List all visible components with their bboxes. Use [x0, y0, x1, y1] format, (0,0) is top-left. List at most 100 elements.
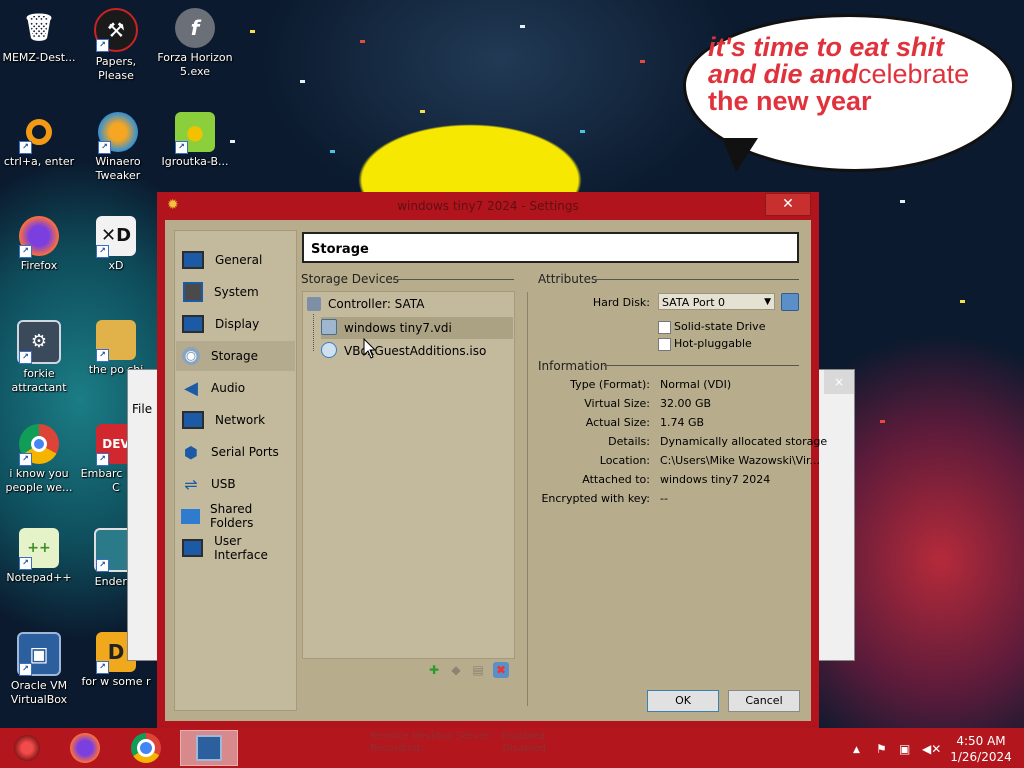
action-center-flag-icon[interactable]: ⚑ — [876, 742, 887, 756]
taskbar-chrome[interactable] — [119, 730, 173, 766]
tree-item-iso[interactable]: VBoxGuestAdditions.iso — [321, 340, 486, 362]
desktop-icon-label: Igroutka-B... — [161, 155, 229, 168]
storage-tree[interactable]: Controller: SATA windows tiny7.vdi VBoxG… — [302, 291, 515, 659]
nav-label: User Interface — [214, 534, 268, 562]
nav-item-display[interactable]: Display — [176, 309, 295, 339]
tree-controller-sata[interactable]: Controller: SATA — [307, 293, 424, 315]
info-label-location: Location: — [599, 454, 650, 467]
taskbar-clock[interactable]: 4:50 AM 1/26/2024 — [946, 733, 1016, 765]
background-window-file-menu[interactable]: File — [132, 402, 152, 416]
firefox-icon — [70, 733, 100, 763]
confetti — [330, 150, 335, 153]
confetti — [520, 25, 525, 28]
recording-value: Disabled — [502, 743, 547, 754]
desktop-icon-label: Winaero Tweaker — [95, 155, 141, 182]
shortcut-arrow-icon: ↗ — [19, 453, 32, 466]
desktop-icon-ctrl-a-enter[interactable]: ↗ ctrl+a, enter — [1, 112, 77, 169]
shortcut-arrow-icon: ↗ — [19, 141, 32, 154]
dialog-titlebar[interactable]: ✹ windows tiny7 2024 - Settings ✕ — [157, 192, 819, 219]
system-icon — [183, 282, 203, 302]
rdp-notice-line-2: Recording: Disabled — [370, 743, 546, 755]
flash-icon: f — [175, 8, 215, 48]
duck-icon: ● ↗ — [175, 112, 215, 154]
hot-pluggable-checkbox[interactable] — [658, 338, 671, 351]
nav-item-shared-folders[interactable]: Shared Folders — [176, 501, 295, 531]
info-value-virtual-size: 32.00 GB — [660, 397, 712, 410]
background-window-close-button[interactable]: × — [824, 370, 854, 394]
confetti — [420, 110, 425, 113]
group-divider — [393, 279, 514, 280]
shortcut-arrow-icon: ↗ — [19, 351, 32, 364]
tree-item-vdi[interactable]: windows tiny7.vdi — [321, 317, 513, 339]
confetti — [250, 30, 255, 33]
nav-item-user-interface[interactable]: User Interface — [176, 533, 295, 563]
bubble-line-1: it's time to eat shit — [708, 32, 944, 62]
taskbar-virtualbox[interactable] — [180, 730, 238, 766]
desktop-icon-label: for w some r — [81, 675, 151, 688]
info-label-virtual-size: Virtual Size: — [584, 397, 650, 410]
speech-bubble-text: it's time to eat shit and die andcelebra… — [708, 34, 1008, 115]
shortcut-arrow-icon: ↗ — [96, 245, 109, 258]
bubble-line-2b: celebrate — [858, 59, 970, 89]
serial-ports-icon: ⬢ — [184, 442, 198, 462]
desktop-icon-i-know-you[interactable]: ↗ i know you people we... — [1, 424, 77, 495]
taskbar-firefox[interactable] — [58, 730, 112, 766]
nav-item-storage[interactable]: ◉ Storage — [176, 341, 295, 371]
desktop-icon-winaero[interactable]: ↗ Winaero Tweaker — [80, 112, 156, 183]
nav-item-network[interactable]: Network — [176, 405, 295, 435]
settings-nav: General System Display ◉ Storage ◀ Audio… — [174, 230, 297, 711]
nav-item-audio[interactable]: ◀ Audio — [176, 373, 295, 403]
desktop-icon-firefox[interactable]: ↗ Firefox — [1, 216, 77, 273]
network-tray-icon[interactable]: ▣ — [899, 742, 910, 756]
desktop-icon-label: Forza Horizon 5.exe — [157, 51, 233, 78]
remove-attachment-button[interactable]: ✖ — [493, 662, 509, 678]
add-attachment-button[interactable]: ▤ — [470, 662, 486, 678]
solid-state-checkbox[interactable] — [658, 321, 671, 334]
nav-item-general[interactable]: General — [176, 245, 295, 275]
dialog-close-button[interactable]: ✕ — [765, 193, 811, 216]
speech-bubble-tail — [722, 138, 758, 172]
nav-label: USB — [211, 477, 236, 491]
shortcut-arrow-icon: ↗ — [96, 39, 109, 52]
tray-expand-icon[interactable]: ▲ — [853, 745, 860, 755]
taskbar-rdp-notice: Remote Desktop Server: Disabled Recordin… — [370, 731, 546, 755]
shortcut-arrow-icon: ↗ — [98, 141, 111, 154]
info-label-attached-to: Attached to: — [582, 473, 650, 486]
general-icon — [182, 251, 204, 269]
clock-time: 4:50 AM — [956, 734, 1006, 748]
add-controller-button[interactable]: ✚ — [426, 662, 442, 678]
desktop-icon-virtualbox[interactable]: ▣ ↗ Oracle VM VirtualBox — [1, 632, 77, 707]
desktop-icon-igroutka[interactable]: ● ↗ Igroutka-B... — [157, 112, 233, 169]
choose-disk-button[interactable] — [781, 293, 799, 311]
start-button[interactable] — [0, 730, 54, 766]
attributes-header: Attributes — [538, 272, 598, 286]
cancel-button[interactable]: Cancel — [728, 690, 800, 712]
shortcut-arrow-icon: ↗ — [19, 557, 32, 570]
desktop-icon-forza[interactable]: f Forza Horizon 5.exe — [157, 8, 233, 79]
ok-button[interactable]: OK — [647, 690, 719, 712]
nav-label: Network — [215, 413, 266, 427]
nav-item-system[interactable]: System — [176, 277, 295, 307]
remove-controller-button[interactable]: ◆ — [448, 662, 464, 678]
desktop-icon-xd[interactable]: ✕D ↗ xD — [78, 216, 154, 273]
confetti — [300, 80, 305, 83]
optical-disc-icon — [321, 342, 337, 358]
dialog-title: windows tiny7 2024 - Settings — [397, 199, 579, 213]
desktop-icon-forkie[interactable]: ⚙ ↗ forkie attractant — [1, 320, 77, 395]
display-icon — [182, 315, 204, 333]
desktop-icon-memz[interactable]: 🗑 MEMZ-Dest... — [1, 8, 77, 65]
desktop-icon-notepadpp[interactable]: ++ ↗ Notepad++ — [1, 528, 77, 585]
desktop-icon-papers-please[interactable]: ⚒ ↗ Papers, Please — [78, 8, 154, 83]
papers-please-icon: ⚒ ↗ — [94, 8, 138, 52]
virtualbox-icon: ▣ ↗ — [17, 632, 61, 676]
nav-item-serial-ports[interactable]: ⬢ Serial Ports — [176, 437, 295, 467]
volume-muted-icon[interactable]: ◀✕ — [922, 742, 941, 756]
info-value-location: C:\Users\Mike Wazowski\Vir... — [660, 454, 821, 467]
hard-disk-port-select[interactable]: SATA Port 0 ▼ — [658, 293, 775, 310]
virtualbox-icon — [196, 735, 222, 761]
nav-item-usb[interactable]: ⇌ USB — [176, 469, 295, 499]
shortcut-arrow-icon: ↗ — [96, 559, 109, 572]
remove-controller-icon: ◆ — [451, 663, 461, 677]
tree-item-label: windows tiny7.vdi — [344, 321, 452, 335]
desktop-icon-label: xD — [108, 259, 124, 272]
